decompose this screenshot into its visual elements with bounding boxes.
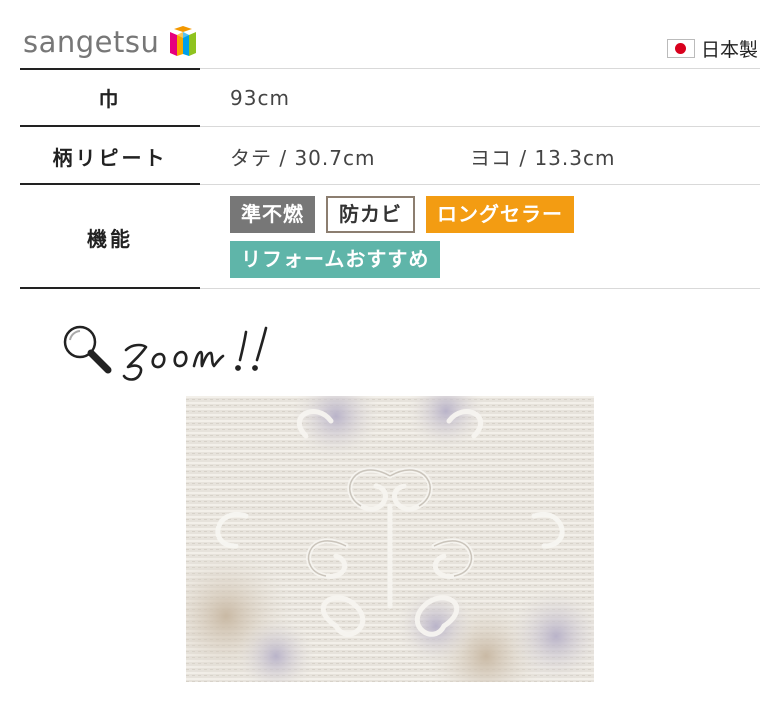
fabric-texture-image [186,396,594,682]
brand-name: sangetsu [23,25,160,59]
zoom-script-text [122,326,268,381]
spec-label-repeat: 柄リピート [52,145,168,170]
spec-value-width: 93cm [230,85,290,110]
spec-row-features: 機能 準不燃 防カビ ロングセラー リフォームおすすめ [20,185,760,289]
spec-row-repeat: 柄リピート タテ / 30.7cm ヨコ / 13.3cm [20,127,760,185]
tag-reform-recommended: リフォームおすすめ [230,241,441,278]
spec-table: 巾 93cm 柄リピート タテ / 30.7cm ヨコ / 13.3cm 機能 … [20,68,760,289]
origin-label: 日本製 [700,39,758,61]
zoom-heading [63,325,268,381]
repeat-vertical: タテ / 30.7cm [230,145,376,170]
tag-long-seller: ロングセラー [426,196,574,233]
spec-label-width: 巾 [98,87,122,111]
made-in-japan: 日本製 [666,35,758,62]
tag-mold-resistant: 防カビ [326,196,415,233]
tag-quasi-noncombustible: 準不燃 [230,196,315,233]
spec-label-features: 機能 [87,226,133,251]
sangetsu-logo-icon [170,26,197,56]
japan-flag-icon [666,39,695,58]
brand-header: sangetsu [23,22,198,62]
spec-value-features: 準不燃 防カビ ロングセラー リフォームおすすめ [200,185,760,289]
feature-tags: 準不燃 防カビ ロングセラー リフォームおすすめ [230,196,650,278]
spec-row-width: 巾 93cm [20,68,760,127]
repeat-horizontal: ヨコ / 13.3cm [470,145,616,170]
spec-value-repeat: タテ / 30.7cm ヨコ / 13.3cm [200,127,760,185]
magnifier-icon [63,325,112,374]
